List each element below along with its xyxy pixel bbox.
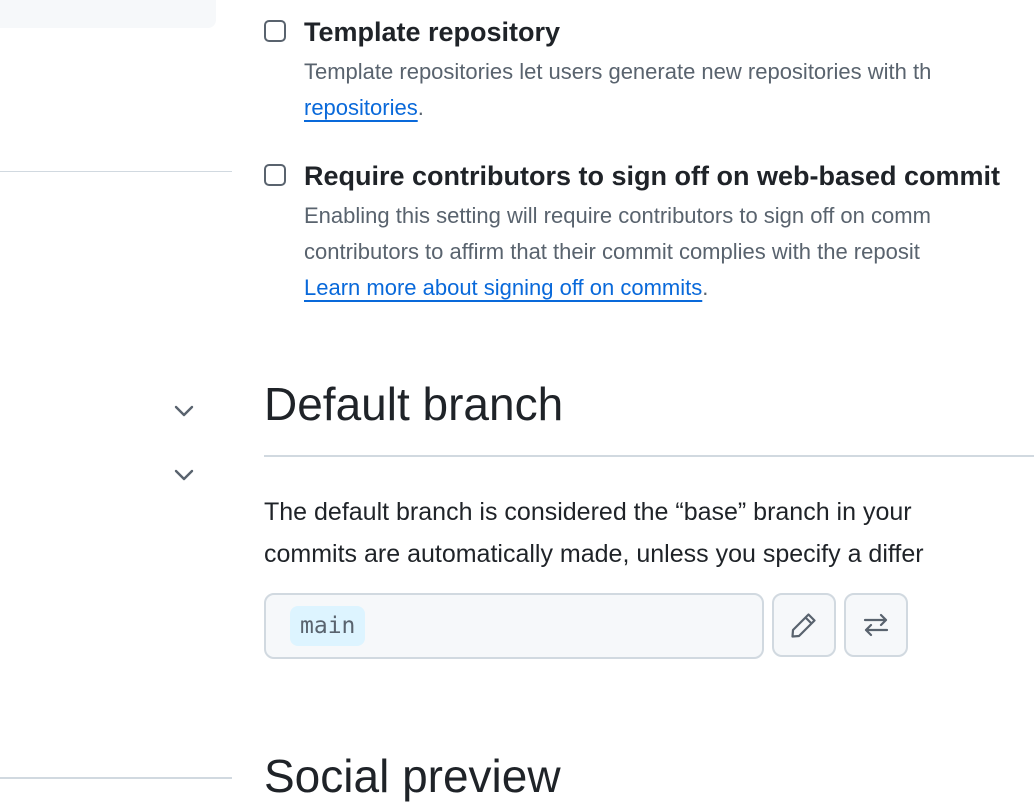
require-signoff-checkbox[interactable]: [264, 164, 286, 186]
switch-default-branch-button[interactable]: [844, 593, 908, 657]
sidebar-divider: [0, 777, 232, 779]
template-repositories-link[interactable]: repositories: [304, 95, 418, 120]
template-repository-description: Template repositories let users generate…: [304, 59, 932, 84]
arrow-switch-icon: [863, 613, 889, 637]
template-repository-label[interactable]: Template repository: [304, 16, 560, 48]
default-branch-field: main: [264, 593, 764, 659]
branch-name-chip: main: [290, 606, 366, 646]
pencil-icon: [791, 613, 816, 638]
require-signoff-description-line1: Enabling this setting will require contr…: [304, 203, 931, 228]
template-repository-link-line: repositories.: [304, 95, 424, 120]
learn-more-signoff-link[interactable]: Learn more about signing off on commits: [304, 275, 702, 300]
require-signoff-label[interactable]: Require contributors to sign off on web-…: [304, 160, 1000, 192]
settings-main: Template repository Template repositorie…: [264, 0, 1034, 802]
template-repository-setting: Template repository Template repositorie…: [264, 16, 1034, 126]
require-signoff-setting: Require contributors to sign off on web-…: [264, 160, 1034, 310]
sidebar-divider: [0, 171, 232, 172]
social-preview-heading: Social preview: [264, 750, 561, 802]
require-signoff-description-line2: contributors to affirm that their commit…: [304, 239, 920, 264]
settings-sidebar: [0, 0, 232, 780]
template-repository-checkbox[interactable]: [264, 20, 286, 42]
chevron-down-icon[interactable]: [172, 399, 196, 423]
sidebar-item-active[interactable]: [0, 0, 216, 28]
default-branch-description: The default branch is considered the “ba…: [264, 498, 924, 568]
default-branch-heading: Default branch: [264, 378, 564, 430]
chevron-down-icon[interactable]: [172, 463, 196, 487]
section-divider: [264, 455, 1034, 457]
require-signoff-link-line: Learn more about signing off on commits.: [304, 275, 709, 300]
rename-branch-button[interactable]: [772, 593, 836, 657]
